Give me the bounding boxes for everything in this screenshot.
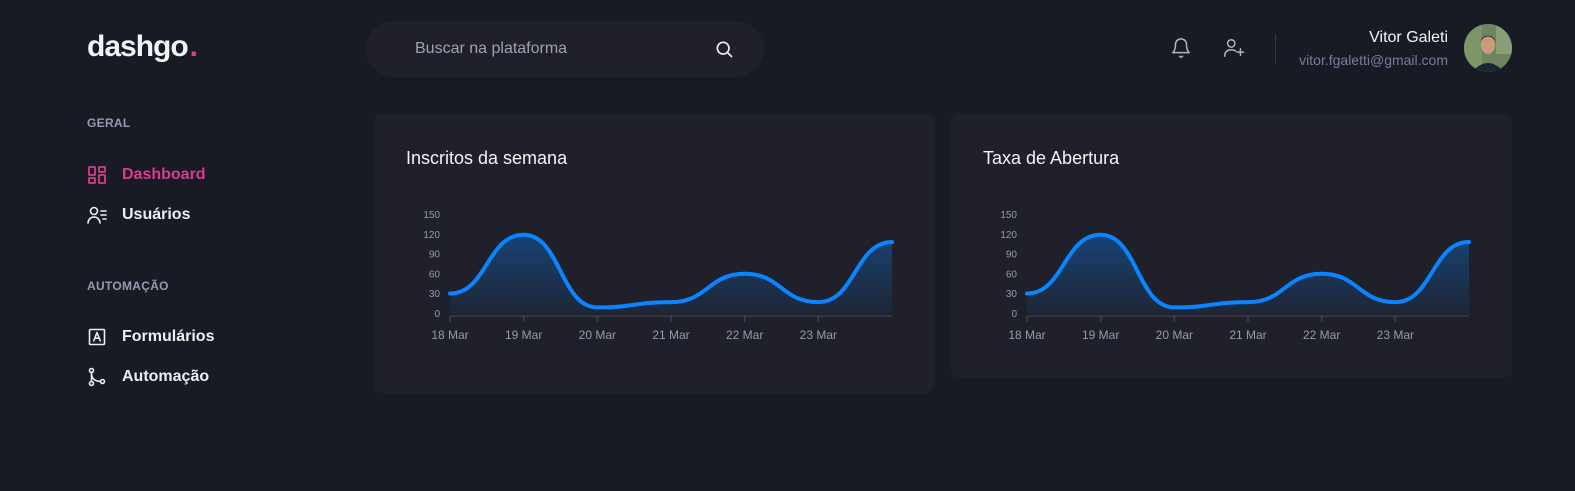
search-bar[interactable]: [366, 21, 764, 77]
sidebar-item-label: Automação: [122, 368, 210, 385]
sidebar-item-label: Dashboard: [122, 166, 206, 183]
chart-taxa-abertura: 0 30 60 90 120 150 18 Mar 19 Mar 20 Mar 21 Mar 22 …: [1000, 210, 1471, 342]
y-tick-label: 60: [1006, 269, 1018, 280]
y-tick-label: 150: [423, 210, 440, 221]
brand-name: dashgo: [87, 30, 189, 63]
sidebar-item-label: Usuários: [122, 206, 191, 223]
form-icon: [87, 327, 107, 347]
chart-card-taxa-abertura: Taxa de Abertura 0 30 60 90 120 150 18 Mar 19 M…: [951, 113, 1512, 378]
user-plus-icon[interactable]: [1223, 37, 1245, 59]
y-tick-label: 30: [1006, 289, 1018, 300]
x-tick-label: 20 Mar: [579, 328, 616, 342]
y-tick-label: 120: [423, 230, 440, 241]
search-input[interactable]: [413, 39, 714, 59]
y-tick-label: 30: [429, 289, 441, 300]
x-tick-label: 21 Mar: [652, 328, 689, 342]
user-email: vitor.fgaletti@gmail.com: [1299, 52, 1448, 68]
y-tick-label: 60: [429, 269, 441, 280]
user-name: Vitor Galeti: [1369, 29, 1448, 46]
sidebar-item-label: Formulários: [122, 328, 215, 345]
x-tick-label: 23 Mar: [800, 328, 837, 342]
git-merge-icon: [87, 367, 107, 387]
x-tick-label: 23 Mar: [1377, 328, 1414, 342]
y-tick-label: 90: [1006, 250, 1018, 261]
users-list-icon: [87, 205, 107, 225]
y-tick-label: 0: [1011, 309, 1017, 320]
x-tick-label: 20 Mar: [1156, 328, 1193, 342]
sidebar-item-formularios[interactable]: Formulários: [87, 325, 214, 349]
y-tick-label: 120: [1000, 230, 1017, 241]
section-title-geral: GERAL: [87, 116, 131, 130]
x-tick-label: 22 Mar: [726, 328, 763, 342]
chart-card-inscritos: Inscritos da semana 0 30 60 90 120 150 18 Mar 1…: [374, 113, 934, 393]
bell-icon[interactable]: [1170, 37, 1192, 59]
x-tick-label: 18 Mar: [431, 328, 468, 342]
chart-inscritos: 0 30 60 90 120 150 18 Mar 19 Mar 20 Mar 21 Mar 22 …: [423, 210, 894, 342]
sidebar-item-automacao[interactable]: Automação: [87, 365, 209, 389]
sidebar-item-usuarios[interactable]: Usuários: [87, 203, 190, 227]
x-tick-label: 19 Mar: [1082, 328, 1119, 342]
y-tick-label: 90: [429, 250, 441, 261]
brand-dot: .: [189, 30, 198, 63]
dashboard-icon: [87, 165, 107, 185]
y-tick-label: 0: [434, 309, 440, 320]
x-tick-label: 19 Mar: [505, 328, 542, 342]
x-tick-label: 21 Mar: [1229, 328, 1266, 342]
x-tick-label: 18 Mar: [1008, 328, 1045, 342]
avatar[interactable]: [1464, 24, 1512, 72]
y-tick-label: 150: [1000, 210, 1017, 221]
sidebar-item-dashboard[interactable]: Dashboard: [87, 163, 206, 187]
x-tick-label: 22 Mar: [1303, 328, 1340, 342]
header-divider: [1275, 34, 1276, 64]
brand-logo: dashgo.: [87, 30, 198, 64]
section-title-automacao: AUTOMAÇÃO: [87, 279, 169, 293]
search-icon[interactable]: [714, 39, 734, 59]
